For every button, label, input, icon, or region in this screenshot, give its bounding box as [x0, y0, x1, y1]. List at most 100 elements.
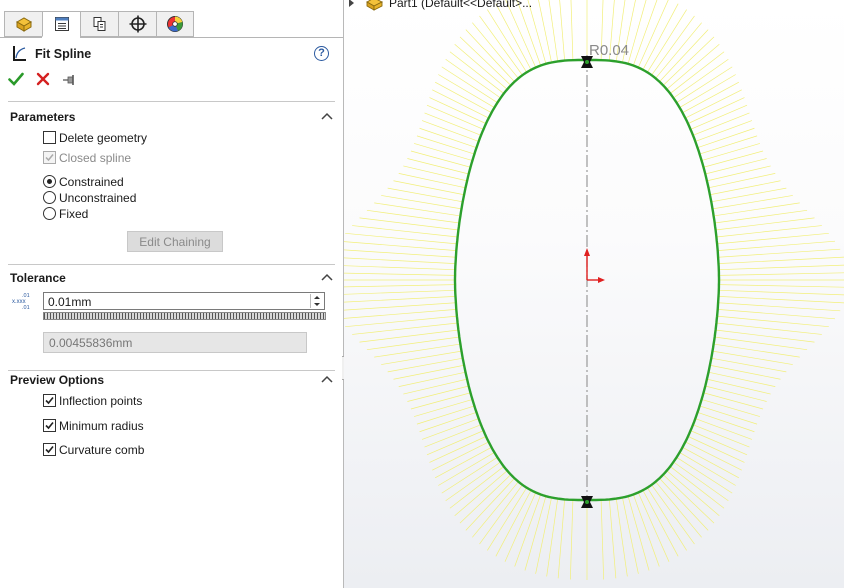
help-icon[interactable]: ? — [314, 46, 329, 61]
cancel-button[interactable] — [36, 72, 50, 86]
inflection-points-checkbox[interactable] — [43, 394, 56, 407]
comb-tooth — [676, 457, 733, 494]
manager-tabs — [4, 11, 194, 38]
ok-button[interactable] — [8, 71, 24, 87]
curvature-comb-label: Curvature comb — [59, 443, 145, 457]
chevron-up-icon[interactable] — [321, 112, 333, 120]
comb-tooth — [434, 81, 492, 114]
unconstrained-radio[interactable] — [43, 191, 56, 204]
property-manager-panel: Fit Spline ? Parameters Delete geometry … — [0, 0, 343, 588]
curvature-comb — [344, 0, 844, 580]
comb-tooth — [666, 43, 720, 90]
tab-property-manager[interactable] — [42, 11, 80, 37]
check-icon — [45, 154, 54, 162]
bottom-endpoint-marker[interactable] — [581, 496, 593, 508]
comb-tooth — [393, 364, 465, 380]
comb-tooth — [711, 187, 787, 203]
chevron-up-icon[interactable] — [321, 375, 333, 383]
comb-tooth — [659, 29, 709, 82]
comb-tooth — [416, 135, 475, 155]
comb-tooth — [344, 241, 457, 251]
chevron-up-icon[interactable] — [321, 273, 333, 281]
comb-tooth — [609, 499, 617, 579]
comb-tooth — [374, 202, 461, 217]
tolerance-value: 0.01mm — [48, 295, 92, 309]
pin-icon[interactable] — [62, 73, 78, 87]
constrained-radio[interactable] — [43, 175, 56, 188]
comb-tooth — [381, 350, 462, 365]
comb-tooth — [344, 302, 456, 311]
comb-tooth — [535, 497, 552, 574]
comb-tooth — [669, 466, 725, 509]
tolerance-slider[interactable] — [43, 312, 326, 320]
comb-tooth — [559, 0, 565, 61]
spin-arrows-icon — [314, 296, 320, 306]
comb-tooth — [642, 490, 679, 557]
comb-tooth — [454, 43, 508, 90]
comb-tooth — [387, 357, 463, 373]
delete-geometry-checkbox[interactable] — [43, 131, 56, 144]
comb-tooth — [472, 22, 519, 79]
fixed-radio[interactable] — [43, 207, 56, 220]
comb-tooth — [718, 256, 844, 264]
unconstrained-label: Unconstrained — [59, 191, 137, 205]
comb-tooth — [407, 158, 469, 175]
comb-tooth — [472, 481, 519, 538]
minimum-radius-checkbox[interactable] — [43, 419, 56, 432]
comb-tooth — [655, 481, 702, 538]
tree-part-label[interactable]: Part1 (Default<<Default>... — [389, 0, 532, 10]
comb-tooth — [374, 343, 461, 358]
edit-chaining-button[interactable]: Edit Chaining — [127, 231, 223, 252]
comb-tooth — [449, 51, 505, 94]
tab-feature-manager[interactable] — [4, 11, 42, 37]
comb-tooth — [413, 399, 473, 417]
comb-tooth — [524, 496, 547, 571]
comb-tooth — [344, 289, 456, 295]
tab-configuration-manager[interactable] — [80, 11, 118, 37]
section-divider — [8, 370, 335, 371]
crosshair-icon — [129, 15, 146, 33]
comb-tooth — [687, 436, 745, 463]
expand-caret-icon[interactable] — [349, 0, 354, 7]
comb-tooth — [407, 385, 469, 402]
comb-tooth — [703, 150, 764, 168]
sketch-canvas[interactable] — [344, 0, 844, 588]
comb-tooth — [697, 412, 755, 433]
comb-tooth — [685, 89, 742, 119]
comb-tooth — [465, 478, 515, 531]
tab-display-manager[interactable] — [156, 11, 194, 37]
comb-tooth — [432, 441, 489, 471]
spin-buttons[interactable] — [310, 294, 323, 308]
comb-tooth — [403, 378, 468, 395]
comb-tooth — [708, 371, 776, 387]
comb-tooth — [717, 309, 836, 320]
graphics-viewport[interactable]: R0.04 — [344, 0, 844, 588]
comb-tooth — [713, 343, 800, 358]
comb-tooth — [627, 496, 650, 571]
minimum-radius-annotation: R0.04 — [589, 42, 630, 59]
constrained-label: Constrained — [59, 175, 124, 189]
comb-tooth — [701, 143, 761, 161]
fixed-label: Fixed — [59, 207, 89, 221]
comb-tooth — [538, 0, 552, 63]
comb-tooth — [659, 478, 709, 531]
comb-tooth — [701, 399, 761, 417]
comb-tooth — [459, 36, 512, 86]
comb-tooth — [615, 498, 628, 577]
comb-tooth — [344, 309, 457, 319]
tab-dim-xpert[interactable] — [118, 11, 156, 37]
active-tab-gap — [42, 37, 80, 38]
comb-tooth — [706, 378, 771, 395]
comb-tooth — [676, 66, 733, 103]
comb-tooth — [699, 135, 758, 155]
comb-tooth — [708, 173, 776, 189]
comb-tooth — [718, 264, 844, 271]
property-manager-icon — [54, 17, 69, 31]
tolerance-input[interactable]: 0.01mm — [43, 292, 325, 310]
fit-spline-icon — [13, 46, 26, 61]
comb-tooth — [622, 497, 639, 574]
comb-tooth — [718, 284, 844, 288]
comb-tooth — [687, 97, 745, 124]
curvature-comb-checkbox[interactable] — [43, 443, 56, 456]
comb-tooth — [441, 66, 498, 103]
